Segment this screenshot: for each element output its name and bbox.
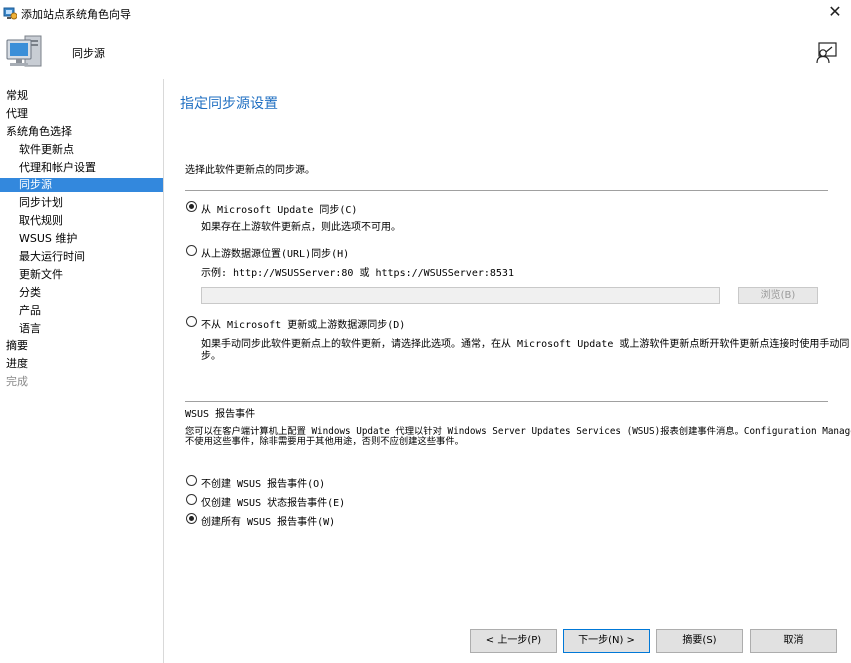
nav-label: 代理 [6,107,28,120]
nav-label: 摘要 [6,339,28,352]
section-heading: 指定同步源设置 [180,96,278,112]
nav-item-proxy[interactable]: 代理 [0,107,163,121]
radio-sync-upstream-url[interactable] [186,245,197,256]
nav-item-proxy-account-settings[interactable]: 代理和帐户设置 [0,161,163,175]
help-person-icon[interactable] [815,42,837,64]
nav-label: 语言 [19,322,41,335]
wsus-description: 不使用这些事件，除非需要用于其他用途，否则不应创建这些事件。 [185,436,464,447]
nav-label: 分类 [19,286,41,299]
nav-item-completion: 完成 [0,375,163,389]
option-note: 如果存在上游软件更新点，则此选项不可用。 [201,222,401,233]
nav-item-progress[interactable]: 进度 [0,357,163,371]
radio-all-wsus-events[interactable] [186,513,197,524]
radio-sync-microsoft-update[interactable] [186,201,197,212]
option-label[interactable]: 从上游数据源位置(URL)同步(H) [201,245,349,260]
nav-label: 系统角色选择 [6,125,72,138]
nav-item-summary[interactable]: 摘要 [0,339,163,353]
upstream-url-input[interactable] [201,287,720,304]
previous-button[interactable]: < 上一步(P) [470,629,557,653]
wsus-option-label[interactable]: 创建所有 WSUS 报告事件(W) [201,513,335,528]
nav-item-general[interactable]: 常规 [0,89,163,103]
nav-item-languages[interactable]: 语言 [0,322,163,336]
option-label[interactable]: 不从 Microsoft 更新或上游数据源同步(D) [201,316,405,331]
nav-label: 产品 [19,304,41,317]
wizard-content: 指定同步源设置 选择此软件更新点的同步源。 从 Microsoft Update… [164,79,851,663]
nav-item-max-run-time[interactable]: 最大运行时间 [0,250,163,264]
nav-label: 代理和帐户设置 [19,161,96,174]
close-button[interactable]: ✕ [825,2,845,22]
computer-icon [6,35,42,67]
nav-item-system-role-selection[interactable]: 系统角色选择 [0,125,163,139]
divider [185,401,828,402]
nav-label: 更新文件 [19,268,63,281]
browse-button[interactable]: 浏览(B) [738,287,818,304]
wizard-app-icon [3,7,17,20]
nav-item-supersedence-rules[interactable]: 取代规则 [0,214,163,228]
nav-item-update-files[interactable]: 更新文件 [0,268,163,282]
nav-label: 最大运行时间 [19,250,85,263]
nav-label: 常规 [6,89,28,102]
nav-item-sync-schedule[interactable]: 同步计划 [0,196,163,210]
wsus-option-label[interactable]: 仅创建 WSUS 状态报告事件(E) [201,494,345,509]
nav-item-products[interactable]: 产品 [0,304,163,318]
nav-item-software-update-point[interactable]: 软件更新点 [0,143,163,157]
nav-item-sync-source[interactable]: 同步源 [0,178,163,192]
nav-item-classifications[interactable]: 分类 [0,286,163,300]
nav-item-wsus-maintenance[interactable]: WSUS 维护 [0,232,163,246]
radio-status-wsus-events[interactable] [186,494,197,505]
nav-label: WSUS 维护 [19,232,78,245]
page-title: 同步源 [72,47,105,60]
window-title: 添加站点系统角色向导 [21,8,131,21]
wizard-navigation: 常规 代理 系统角色选择 软件更新点 代理和帐户设置 同步源 同步计划 取代规则… [0,79,164,663]
next-button[interactable]: 下一步(N) > [563,629,650,653]
nav-label: 取代规则 [19,214,63,227]
option-note: 步。 [201,351,221,362]
wsus-option-label[interactable]: 不创建 WSUS 报告事件(O) [201,475,325,490]
divider [185,190,828,191]
wsus-section-title: WSUS 报告事件 [185,409,256,420]
nav-label: 同步源 [19,178,52,191]
cancel-button[interactable]: 取消 [750,629,837,653]
radio-no-sync[interactable] [186,316,197,327]
nav-label: 同步计划 [19,196,63,209]
nav-label: 软件更新点 [19,143,74,156]
summary-button[interactable]: 摘要(S) [656,629,743,653]
option-label[interactable]: 从 Microsoft Update 同步(C) [201,201,357,216]
option-note: 示例: http://WSUSServer:80 或 https://WSUSS… [201,268,514,279]
nav-label: 进度 [6,357,28,370]
nav-label: 完成 [6,375,28,388]
wizard-banner: 同步源 [0,26,851,79]
intro-text: 选择此软件更新点的同步源。 [185,165,315,176]
radio-no-wsus-events[interactable] [186,475,197,486]
option-note: 如果手动同步此软件更新点上的软件更新，请选择此选项。通常，在从 Microsof… [201,339,850,350]
title-bar: 添加站点系统角色向导 ✕ [0,0,851,26]
